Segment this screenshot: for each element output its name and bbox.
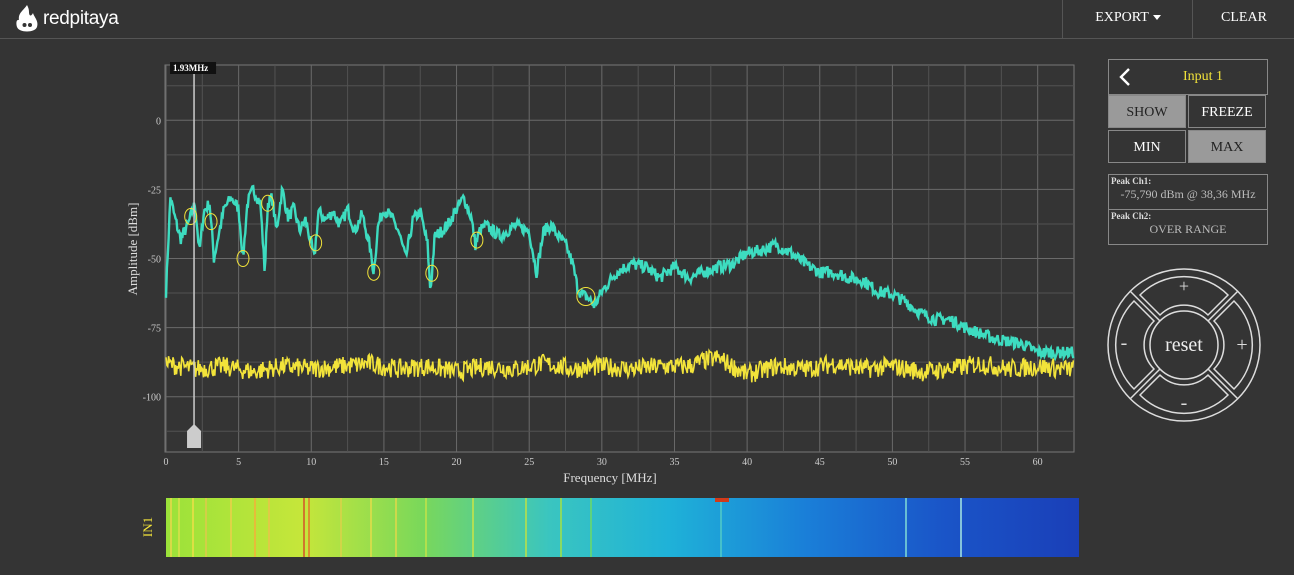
waterfall-channel-label: IN1	[140, 517, 155, 537]
zoom-x-out-label: -	[1121, 332, 1128, 354]
x-tick-label: 0	[164, 457, 169, 468]
waterfall-streak	[525, 498, 527, 557]
y-tick-label: -75	[148, 324, 161, 335]
y-tick-label: -25	[148, 185, 161, 196]
spectrum-chart[interactable]: 0 5 10 15 20 25 30 35 40 45 50 55 60 0 -25 -50 -75 -100 F…	[0, 0, 1294, 500]
waterfall-streak	[370, 498, 372, 557]
waterfall-streak	[590, 498, 592, 557]
x-tick-label: 20	[452, 457, 462, 468]
cursor-label: 1.93MHz	[173, 63, 208, 73]
x-tick-label: 5	[236, 457, 241, 468]
x-tick-label: 60	[1033, 457, 1043, 468]
x-tick-label: 25	[524, 457, 534, 468]
x-tick-label: 15	[379, 457, 389, 468]
waterfall-streak	[192, 498, 194, 557]
y-tick-label: -50	[148, 255, 161, 266]
peak-ch2-title: Peak Ch2:	[1111, 211, 1152, 221]
x-tick-label: 40	[742, 457, 752, 468]
x-axis-label: Frequency [MHz]	[563, 470, 657, 485]
zoom-y-out-label: -	[1181, 392, 1188, 414]
x-tick-label: 50	[887, 457, 897, 468]
peak-ch1-value: -75,790 dBm @ 38,36 MHz	[1120, 187, 1256, 201]
peak-ch2: Peak Ch2: OVER RANGE	[1108, 209, 1268, 245]
waterfall-streak	[268, 498, 270, 557]
waterfall-streak	[303, 498, 305, 557]
back-arrow-icon[interactable]	[1115, 64, 1139, 90]
x-tick-label: 45	[815, 457, 825, 468]
show-button[interactable]: SHOW	[1108, 95, 1186, 128]
input-title: Input 1	[1182, 69, 1224, 84]
y-tick-label: 0	[156, 116, 161, 127]
min-button[interactable]: MIN	[1108, 130, 1186, 163]
peak-ch1-title: Peak Ch1:	[1111, 176, 1152, 186]
x-tick-label: 10	[306, 457, 316, 468]
peak-ch1: Peak Ch1: -75,790 dBm @ 38,36 MHz	[1108, 174, 1268, 210]
waterfall-streak	[178, 498, 180, 557]
waterfall-streak	[720, 498, 722, 557]
waterfall-streak	[254, 498, 256, 557]
zoom-y-in-label: +	[1179, 276, 1189, 296]
peak-ch2-value: OVER RANGE	[1149, 222, 1227, 236]
waterfall-streak	[395, 498, 397, 557]
max-button[interactable]: MAX	[1188, 130, 1266, 163]
waterfall-streak	[205, 498, 207, 557]
x-tick-label: 30	[597, 457, 607, 468]
waterfall-streak	[308, 498, 310, 557]
zoom-control[interactable]: + - - + reset	[1104, 265, 1264, 425]
freeze-button[interactable]: FREEZE	[1188, 95, 1266, 128]
y-axis-label: Amplitude [dBm]	[125, 203, 140, 296]
waterfall-streak	[340, 498, 342, 557]
x-tick-label: 35	[669, 457, 679, 468]
waterfall-streak	[425, 498, 427, 557]
zoom-x-in-label: +	[1236, 334, 1247, 356]
y-tick-label: -100	[143, 393, 161, 404]
input-selector: Input 1	[1108, 59, 1268, 95]
waterfall-streak	[170, 498, 172, 557]
reset-button[interactable]: reset	[1165, 334, 1203, 356]
waterfall-streak	[472, 498, 474, 557]
waterfall-streak	[230, 498, 232, 557]
x-tick-label: 55	[960, 457, 970, 468]
waterfall-streak	[560, 498, 562, 557]
waterfall-streak	[905, 498, 907, 557]
waterfall-lines	[170, 498, 962, 557]
waterfall-image	[166, 498, 1079, 557]
waterfall-streak	[960, 498, 962, 557]
